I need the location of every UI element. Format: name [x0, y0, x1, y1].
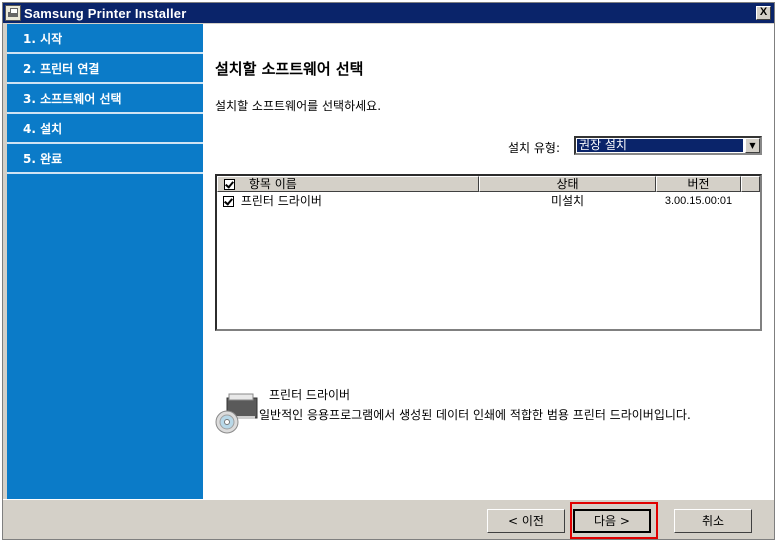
row-checkbox[interactable] [223, 196, 234, 207]
description-text: 일반적인 응용프로그램에서 생성된 데이터 인쇄에 적합한 범용 프린터 드라이… [259, 408, 691, 422]
step-install: 4. 설치 [7, 114, 203, 144]
step-printer-connection: 2. 프린터 연결 [7, 54, 203, 84]
main-panel: 설치할 소프트웨어 선택 설치할 소프트웨어를 선택하세요. 설치 유형: 권장… [203, 24, 774, 499]
software-list: 항목 이름 상태 버전 프린터 드라이버 미설치 3.00.15.00:01 [215, 174, 762, 331]
table-row[interactable]: 프린터 드라이버 미설치 3.00.15.00:01 [217, 192, 760, 209]
row-status: 미설치 [550, 194, 585, 208]
chevron-down-icon[interactable]: ▼ [745, 138, 760, 153]
header-item-name[interactable]: 항목 이름 [217, 176, 479, 192]
install-type-label: 설치 유형: [508, 141, 561, 155]
printer-app-icon [5, 5, 21, 21]
steps-sidebar: 1. 시작 2. 프린터 연결 3. 소프트웨어 선택 4. 설치 5. 완료 [7, 24, 203, 499]
step-start: 1. 시작 [7, 24, 203, 54]
next-button-highlight [570, 502, 658, 539]
row-version: 3.00.15.00:01 [664, 194, 733, 207]
step-software-selection: 3. 소프트웨어 선택 [7, 84, 203, 114]
back-button[interactable]: < 이전 [487, 509, 565, 533]
header-filler [741, 176, 760, 192]
printer-cd-icon [215, 393, 258, 434]
page-title: 설치할 소프트웨어 선택 [215, 60, 364, 78]
step-complete: 5. 완료 [7, 144, 203, 174]
install-type-value: 권장 설치 [577, 139, 743, 152]
header-status[interactable]: 상태 [479, 176, 656, 192]
page-instruction: 설치할 소프트웨어를 선택하세요. [215, 99, 382, 113]
window-title: Samsung Printer Installer [24, 5, 187, 21]
select-all-checkbox[interactable] [224, 179, 235, 190]
header-item-name-label: 항목 이름 [248, 177, 297, 191]
description-title: 프린터 드라이버 [269, 388, 351, 402]
cancel-button[interactable]: 취소 [674, 509, 752, 533]
row-name-cell: 프린터 드라이버 [217, 192, 479, 209]
close-button[interactable]: X [756, 6, 771, 20]
list-header: 항목 이름 상태 버전 [217, 176, 760, 192]
row-name: 프린터 드라이버 [240, 194, 322, 208]
button-bar: < 이전 다음 > 취소 [3, 499, 774, 539]
install-type-select[interactable]: 권장 설치 ▼ [574, 136, 762, 155]
header-version[interactable]: 버전 [656, 176, 741, 192]
installer-window: Samsung Printer Installer X 1. 시작 2. 프린터… [2, 2, 775, 540]
title-bar[interactable]: Samsung Printer Installer X [3, 3, 774, 23]
